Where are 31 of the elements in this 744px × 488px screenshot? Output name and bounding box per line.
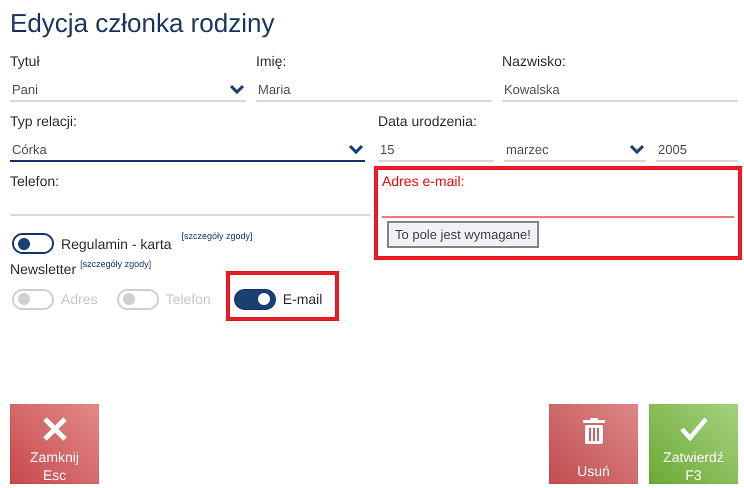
- field-label: Imię:: [256, 52, 286, 71]
- dropdown[interactable]: marzec: [504, 138, 646, 162]
- field-label: Adres e-mail:: [382, 172, 464, 191]
- close-icon: [42, 416, 68, 442]
- toggle-switch[interactable]: [12, 233, 54, 254]
- close-button[interactable]: Zamknij Esc: [10, 404, 99, 484]
- field-label: Nazwisko:: [502, 52, 566, 71]
- checkmark-icon: [680, 417, 708, 441]
- trash-icon: [582, 418, 604, 444]
- field-label: Tytuł: [10, 52, 40, 71]
- text-field[interactable]: 2005: [656, 138, 738, 162]
- text-field[interactable]: 15: [378, 138, 494, 162]
- field-label: Data urodzenia:: [378, 113, 477, 129]
- text-field[interactable]: Maria: [256, 78, 492, 102]
- toggle-label: Regulamin - karta: [61, 236, 172, 252]
- text-field[interactable]: Kowalska: [502, 78, 738, 102]
- page-title: Edycja członka rodziny: [10, 7, 274, 40]
- dropdown[interactable]: Córka: [10, 138, 365, 162]
- consent-details-link[interactable]: [szczegóły zgody]: [80, 259, 152, 269]
- dropdown[interactable]: Pani: [10, 78, 246, 102]
- field-label: Telefon:: [10, 172, 60, 191]
- toggle-switch[interactable]: [234, 288, 276, 310]
- field-label: Typ relacji:: [10, 112, 77, 131]
- delete-button[interactable]: Usuń: [549, 404, 638, 484]
- validation-message: To pole jest wymagane!: [387, 221, 539, 248]
- chevron-down-icon: [630, 144, 644, 154]
- consent-details-link[interactable]: [szczegóły zgody]: [182, 231, 253, 241]
- toggle-label: E-mail: [282, 291, 322, 307]
- chevron-down-icon: [230, 84, 244, 94]
- chevron-down-icon: [349, 144, 363, 154]
- section-label: Newsletter: [10, 261, 76, 277]
